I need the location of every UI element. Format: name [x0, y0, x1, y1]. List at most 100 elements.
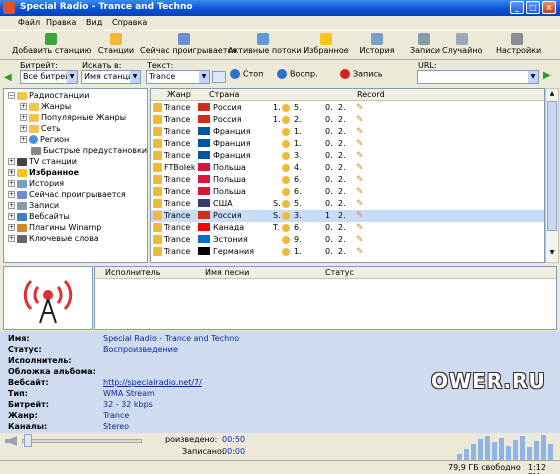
record-pencil-icon[interactable]: ✎ [356, 199, 364, 209]
table-row[interactable]: Trance Россия 1. 2. 0. 2. ✎ [151, 114, 544, 126]
country-cell: Германия [213, 247, 255, 256]
back-arrow-icon[interactable]: ◀ [4, 72, 12, 83]
settings-button[interactable]: Настройки [496, 33, 541, 59]
menu-view[interactable]: Вид [86, 18, 102, 27]
watermark-text: OWER.RU [431, 369, 546, 393]
quality-icon [282, 128, 290, 136]
genre-cell: Trance [164, 235, 191, 244]
favorites-button[interactable]: Избранное [300, 33, 352, 59]
now-playing-button[interactable]: Сейчас проигрывается [140, 33, 237, 59]
spectrum-bar [506, 446, 511, 460]
genre-cell: Trance [164, 139, 191, 148]
played-label: роизведено: [165, 435, 218, 444]
col-song-header[interactable]: Имя песни [205, 268, 249, 277]
go-arrow-icon[interactable]: ▶ [543, 70, 551, 81]
table-row[interactable]: Trance США S. 5. 0. 2. ✎ [151, 198, 544, 210]
url-input[interactable]: ▼ [417, 70, 539, 84]
record-pencil-icon[interactable]: ✎ [356, 115, 364, 125]
search-in-select[interactable]: Имя станции ▼ [81, 70, 141, 84]
record-pencil-icon[interactable]: ✎ [356, 211, 364, 221]
table-row[interactable]: Trance Франция 3. 0. 2. ✎ [151, 150, 544, 162]
table-row[interactable]: Trance Польша 6. 0. 2. ✎ [151, 174, 544, 186]
stop-button[interactable]: Стоп [230, 69, 263, 79]
col-status-header[interactable]: Статус [325, 268, 354, 277]
col3-cell: 0. [325, 199, 333, 208]
table-row[interactable]: Trance Польша 6. 0. 2. ✎ [151, 186, 544, 198]
record-pencil-icon[interactable]: ✎ [356, 175, 364, 185]
table-row[interactable]: Trance Россия 1. 5. 0. 2. ✎ [151, 102, 544, 114]
country-flag-icon [198, 223, 210, 231]
menu-help[interactable]: Справка [112, 18, 147, 27]
col3-cell: 0. [325, 247, 333, 256]
country-flag-icon [198, 163, 210, 171]
volume-slider-thumb[interactable] [24, 434, 32, 447]
preset-icon [31, 146, 41, 155]
col-country-header[interactable]: Страна [209, 90, 239, 99]
col-record-header[interactable]: Record [357, 90, 385, 99]
record-pencil-icon[interactable]: ✎ [356, 163, 364, 173]
col-genre-header[interactable]: Жанр [167, 90, 191, 99]
record-pencil-icon[interactable]: ✎ [356, 235, 364, 245]
record-pencil-icon[interactable]: ✎ [356, 151, 364, 161]
spectrum-bar [513, 440, 518, 460]
play-icon [277, 69, 287, 79]
active-streams-button[interactable]: Активные потоки [228, 33, 302, 59]
table-row[interactable]: Trance Эстония 9. 0. 2. ✎ [151, 234, 544, 246]
country-flag-icon [198, 151, 210, 159]
genre-cell: Trance [164, 211, 191, 220]
volume-icon[interactable] [5, 436, 17, 446]
maximize-button[interactable]: □ [526, 1, 540, 14]
table-row[interactable]: Trance Германия 1. 0. 2. ✎ [151, 246, 544, 258]
table-row[interactable]: Trance Канада T. 6. 0. 2. ✎ [151, 222, 544, 234]
info-key: Каналы: [8, 422, 48, 431]
record-pencil-icon[interactable]: ✎ [356, 223, 364, 233]
col-performer-header[interactable]: Исполнитель [105, 268, 160, 277]
records-button[interactable]: Записи [410, 33, 440, 59]
country-cell: Эстония [213, 235, 248, 244]
bitrate-select[interactable]: Все битрейт ▼ [20, 70, 78, 84]
col3-cell: 0. [325, 139, 333, 148]
scroll-down-icon[interactable]: ▼ [547, 249, 557, 259]
grid-scrollbar[interactable]: ▲ ▼ [545, 88, 559, 263]
search-text-input[interactable]: Trance ▼ [146, 70, 210, 84]
history-button[interactable]: История [358, 33, 396, 59]
scroll-thumb[interactable] [547, 101, 557, 231]
random-button[interactable]: Случайно [442, 33, 482, 59]
record-button[interactable]: Запись [340, 69, 383, 79]
website-link[interactable]: http://specialradio.net/7/ [103, 378, 202, 387]
spectrum-bar [492, 442, 497, 460]
volume-slider-track[interactable] [22, 439, 142, 443]
table-row[interactable]: Trance Франция 1. 0. 2. ✎ [151, 138, 544, 150]
table-row[interactable]: Trance Россия S. 3. 1 2. ✎ [151, 210, 544, 222]
plus-icon [45, 33, 57, 45]
record-pencil-icon[interactable]: ✎ [356, 139, 364, 149]
close-button[interactable]: × [542, 1, 556, 14]
star-icon [320, 33, 332, 45]
play-button[interactable]: Воспр. [277, 69, 318, 79]
col4-cell: 2. [338, 139, 346, 148]
station-icon [153, 175, 162, 184]
col3-cell: 0. [325, 115, 333, 124]
col4-cell: 2. [338, 247, 346, 256]
expand-icon: + [8, 191, 15, 198]
expand-icon: + [8, 235, 15, 242]
menu-file[interactable]: Файл [18, 18, 40, 27]
quality-icon [282, 164, 290, 172]
stations-button[interactable]: Станции [97, 33, 135, 59]
search-list-icon[interactable] [212, 71, 226, 83]
menu-edit[interactable]: Правка [46, 18, 76, 27]
record-pencil-icon[interactable]: ✎ [356, 103, 364, 113]
quality-icon [282, 188, 290, 196]
record-pencil-icon[interactable]: ✎ [356, 187, 364, 197]
add-station-button[interactable]: Добавить станцию [12, 33, 91, 59]
minimize-button[interactable]: _ [510, 1, 524, 14]
scroll-up-icon[interactable]: ▲ [547, 90, 557, 100]
station-icon [153, 199, 162, 208]
record-pencil-icon[interactable]: ✎ [356, 127, 364, 137]
tree-item-keywords[interactable]: + Ключевые слова [8, 234, 99, 246]
window-title: Special Radio - Trance and Techno [20, 2, 193, 12]
col4-cell: 2. [338, 187, 346, 196]
table-row[interactable]: FTBolek Польша 4. 0. 2. ✎ [151, 162, 544, 174]
table-row[interactable]: Trance Франция 1. 0. 2. ✎ [151, 126, 544, 138]
record-pencil-icon[interactable]: ✎ [356, 247, 364, 257]
